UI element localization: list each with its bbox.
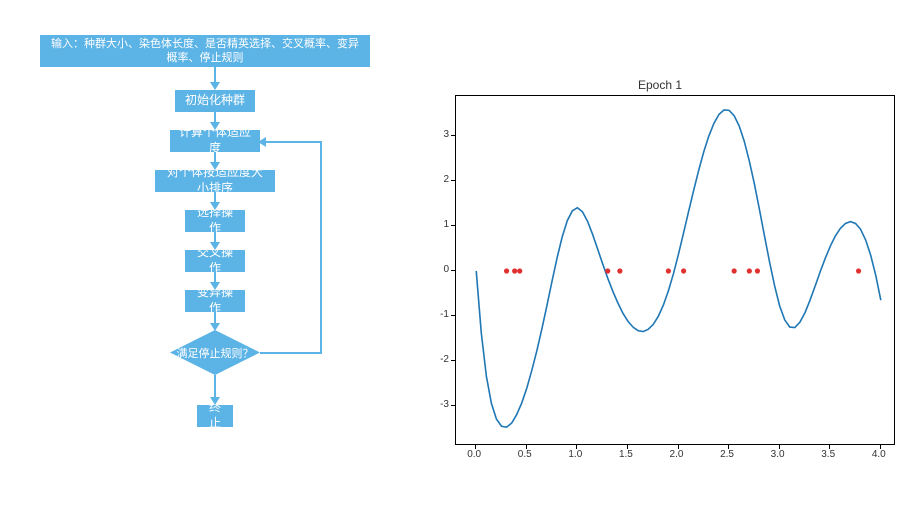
chart-xtick-label: 3.5: [821, 449, 835, 460]
flow-node-input: 输入：种群大小、染色体长度、是否精英选择、交叉概率、变异概率、停止规则: [40, 35, 370, 67]
chart-point: [517, 268, 522, 273]
flow-node-init: 初始化种群: [175, 90, 255, 112]
chart-xtick-label: 0.5: [518, 449, 532, 460]
chart-xtick-label: 0.0: [467, 449, 481, 460]
chart-point: [605, 268, 610, 273]
flow-node-end: 终止: [197, 405, 233, 427]
chart-ytick-label: 2: [443, 174, 449, 185]
chart-point: [732, 268, 737, 273]
chart-ytick-label: -1: [440, 309, 449, 320]
flow-node-sort: 对个体按适应度大小排序: [155, 170, 275, 192]
chart-plot-area: [455, 95, 895, 445]
flow-node-mutate: 变异操作: [185, 290, 245, 312]
chart-point: [666, 268, 671, 273]
flow-decision-label: 满足停止规则？: [170, 330, 260, 375]
chart-xtick-label: 1.0: [568, 449, 582, 460]
chart-xtick-label: 3.0: [771, 449, 785, 460]
flow-node-fitness: 计算个体适应度: [170, 130, 260, 152]
flow-node-select: 选择操作: [185, 210, 245, 232]
chart-panel: Epoch 1 -3 -2 -1 0 1 2 3 0.0 0.5 1.0 1.5 2.0 2.5 3.0 3…: [400, 0, 920, 513]
chart-xtick-label: 1.5: [619, 449, 633, 460]
chart-ytick-label: 0: [443, 264, 449, 275]
chart-ytick-label: 1: [443, 219, 449, 230]
chart-xtick-label: 2.5: [720, 449, 734, 460]
chart-xtick-label: 2.0: [670, 449, 684, 460]
flow-node-cross: 交叉操作: [185, 250, 245, 272]
chart-ytick-label: -2: [440, 354, 449, 365]
chart-ytick-label: -3: [440, 399, 449, 410]
chart-point: [504, 268, 509, 273]
flow-node-decision: 满足停止规则？: [170, 330, 260, 375]
chart-point: [755, 268, 760, 273]
chart-series-curve: [476, 110, 881, 427]
chart-point: [747, 268, 752, 273]
chart-ytick-label: 3: [443, 129, 449, 140]
chart-point: [617, 268, 622, 273]
chart-point: [856, 268, 861, 273]
chart-xtick-label: 4.0: [872, 449, 886, 460]
flowchart-panel: 输入：种群大小、染色体长度、是否精英选择、交叉概率、变异概率、停止规则 初始化种…: [0, 0, 400, 513]
chart-point: [512, 268, 517, 273]
chart-point: [681, 268, 686, 273]
chart-title: Epoch 1: [400, 78, 920, 92]
